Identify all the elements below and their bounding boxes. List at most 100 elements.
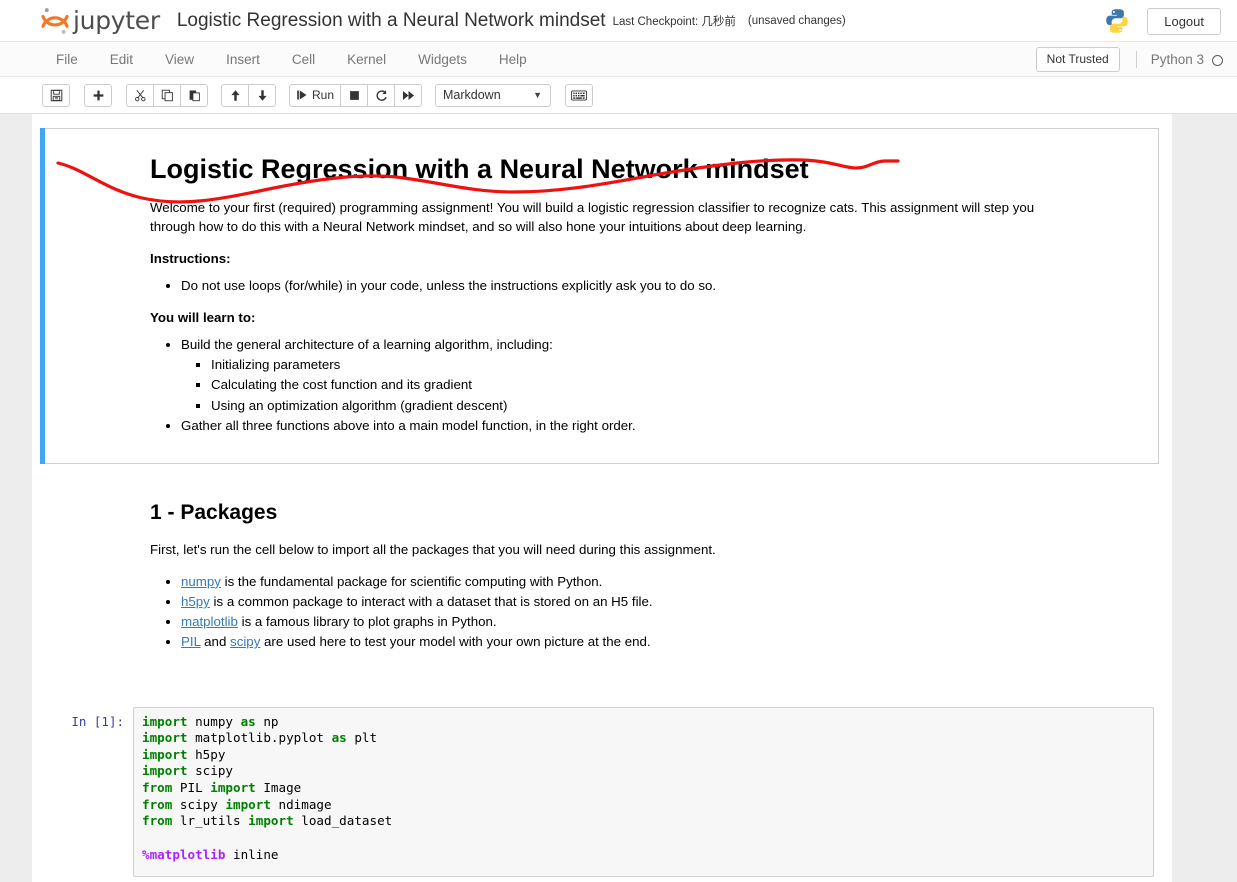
code-text: matplotlib.pyplot — [187, 730, 332, 746]
code-keyword: from — [142, 813, 173, 829]
cell-type-select[interactable]: Markdown ▼ — [435, 83, 551, 107]
keyboard-shortcuts-button[interactable] — [565, 83, 593, 107]
link-numpy[interactable]: numpy — [181, 574, 221, 589]
packages-list: numpy is the fundamental package for sci… — [150, 572, 1064, 653]
link-pil[interactable]: PIL — [181, 634, 200, 649]
list-item-text: is a famous library to plot graphs in Py… — [237, 614, 497, 630]
markdown-rendered-content: Logistic Regression with a Neural Networ… — [50, 134, 1153, 458]
code-text: h5py — [187, 746, 226, 762]
menu-help[interactable]: Help — [483, 44, 543, 75]
save-button[interactable] — [42, 83, 70, 107]
code-text: Image — [255, 780, 302, 796]
intro-paragraph: Welcome to your first (required) program… — [150, 200, 1035, 234]
code-keyword: import — [225, 796, 271, 812]
packages-intro-paragraph: First, let's run the cell below to impor… — [150, 541, 716, 557]
code-cell-imports[interactable]: In [1]: import numpy as np import matplo… — [45, 702, 1159, 882]
app-header: jupyter Logistic Regression with a Neura… — [0, 0, 1237, 42]
code-magic: %matplotlib — [142, 846, 226, 862]
code-text: inline — [225, 846, 279, 862]
code-text: load_dataset — [293, 813, 393, 829]
list-item: matplotlib is a famous library to plot g… — [181, 612, 1064, 632]
notebook-scroll-area[interactable]: Logistic Regression with a Neural Networ… — [0, 114, 1237, 882]
scissors-icon — [134, 89, 145, 101]
list-item-text: are used here to test your model with yo… — [260, 634, 651, 650]
toolbar-group-save — [42, 83, 70, 107]
not-trusted-button[interactable]: Not Trusted — [1035, 46, 1120, 73]
jupyter-wordmark: jupyter — [73, 6, 160, 35]
code-text: lr_utils — [172, 813, 249, 829]
interrupt-kernel-button[interactable] — [340, 83, 368, 107]
move-cell-up-button[interactable] — [221, 83, 249, 107]
code-keyword: import — [142, 730, 188, 746]
jupyter-logo[interactable]: jupyter — [40, 6, 160, 36]
kernel-name-label: Python 3 — [1150, 52, 1204, 67]
markdown-cell-intro[interactable]: Logistic Regression with a Neural Networ… — [40, 128, 1159, 464]
header-right-group: Logout — [1104, 0, 1221, 42]
code-source[interactable]: import numpy as np import matplotlib.pyp… — [142, 714, 1145, 863]
menu-cell[interactable]: Cell — [276, 44, 331, 75]
section-heading-packages: 1 - Packages — [150, 500, 278, 524]
cut-cell-button[interactable] — [126, 83, 154, 107]
menu-kernel[interactable]: Kernel — [331, 44, 402, 75]
code-keyword: from — [142, 796, 173, 812]
keyboard-icon — [571, 89, 587, 101]
restart-circular-arrow-icon — [376, 89, 387, 101]
list-item: numpy is the fundamental package for sci… — [181, 572, 1064, 592]
menu-edit[interactable]: Edit — [94, 44, 149, 75]
toolbar-group-clipboard — [126, 83, 208, 107]
menu-bar: File Edit View Insert Cell Kernel Widget… — [0, 42, 1237, 77]
menu-insert[interactable]: Insert — [210, 44, 276, 75]
code-text: scipy — [172, 796, 226, 812]
list-item: Using an optimization algorithm (gradien… — [211, 396, 1063, 416]
code-keyword: as — [240, 713, 256, 729]
code-keyword: import — [210, 780, 256, 796]
copy-icon — [161, 89, 173, 101]
insert-cell-button[interactable] — [84, 83, 112, 107]
stop-square-icon — [349, 90, 359, 100]
toolbar-group-palette — [565, 83, 593, 107]
floppy-disk-icon — [50, 89, 62, 101]
restart-kernel-button[interactable] — [367, 83, 395, 107]
code-keyword: import — [142, 746, 188, 762]
notebook-title[interactable]: Logistic Regression with a Neural Networ… — [177, 10, 606, 32]
notebook-container: Logistic Regression with a Neural Networ… — [32, 114, 1172, 882]
fast-forward-icon — [402, 90, 414, 100]
markdown-cell-packages[interactable]: 1 - Packages First, let's run the cell b… — [45, 464, 1159, 680]
code-keyword: import — [142, 713, 188, 729]
code-text: scipy — [187, 763, 233, 779]
paste-cell-button[interactable] — [180, 83, 208, 107]
list-item-text: is the fundamental package for scientifi… — [220, 573, 603, 589]
code-input-area[interactable]: import numpy as np import matplotlib.pyp… — [133, 706, 1154, 877]
menu-widgets[interactable]: Widgets — [402, 44, 483, 75]
restart-run-all-button[interactable] — [394, 83, 422, 107]
toolbar-group-insert — [84, 83, 112, 107]
menu-file[interactable]: File — [40, 44, 94, 75]
python-logo-icon — [1106, 9, 1128, 33]
learn-list: Build the general architecture of a lear… — [150, 335, 1063, 436]
instructions-list: Do not use loops (for/while) in your cod… — [150, 276, 1063, 296]
instructions-label: Instructions: — [150, 250, 231, 266]
move-cell-down-button[interactable] — [248, 83, 276, 107]
link-matplotlib[interactable]: matplotlib — [181, 614, 238, 629]
menu-view[interactable]: View — [149, 44, 210, 75]
code-text: PIL — [172, 780, 211, 796]
list-item-text: is a common package to interact with a d… — [209, 594, 653, 610]
code-keyword: as — [331, 730, 347, 746]
link-scipy[interactable]: scipy — [230, 634, 260, 649]
link-h5py[interactable]: h5py — [181, 594, 210, 609]
last-checkpoint-label: Last Checkpoint: 几秒前 — [612, 15, 736, 28]
unsaved-changes-label: (unsaved changes) — [747, 14, 846, 27]
code-keyword: import — [142, 763, 188, 779]
notebook-toolbar: Run Markdown ▼ — [0, 77, 1237, 114]
list-item: Initializing parameters — [211, 355, 1063, 375]
copy-cell-button[interactable] — [153, 83, 181, 107]
menubar-right-group: Not Trusted Python 3 — [1035, 42, 1223, 77]
menu-items-group: File Edit View Insert Cell Kernel Widget… — [40, 44, 543, 75]
learn-label: You will learn to: — [150, 309, 256, 325]
run-cell-button[interactable]: Run — [289, 83, 341, 107]
logout-button[interactable]: Logout — [1147, 7, 1221, 35]
run-button-label: Run — [311, 88, 334, 102]
run-icon — [297, 90, 307, 100]
kernel-indicator[interactable]: Python 3 — [1135, 51, 1223, 68]
code-text: ndimage — [270, 796, 332, 812]
